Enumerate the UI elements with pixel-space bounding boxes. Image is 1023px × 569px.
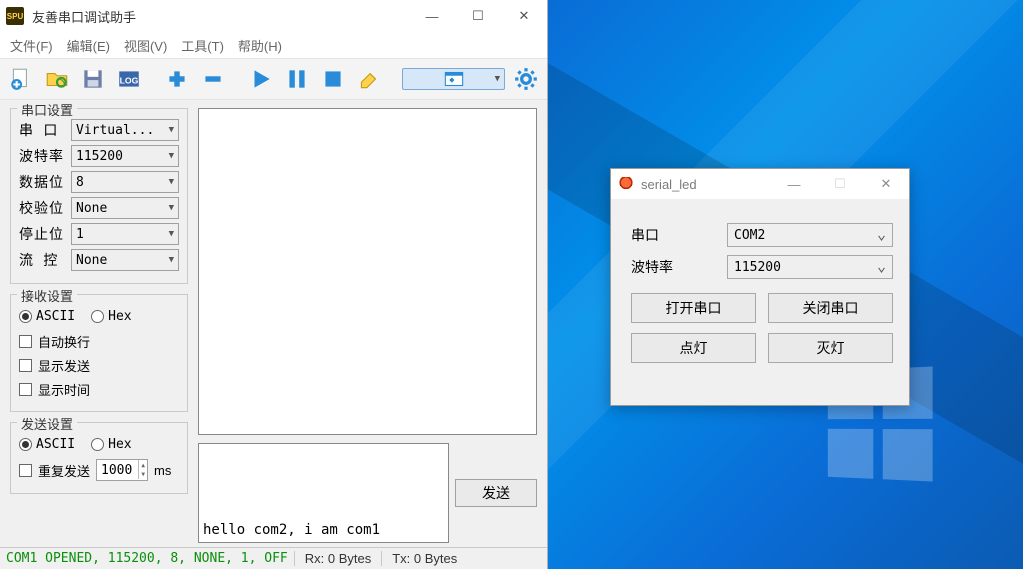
radio-dot-icon (19, 438, 32, 451)
legend-rx: 接收设置 (17, 286, 77, 305)
menubar: 文件(F) 编辑(E) 视图(V) 工具(T) 帮助(H) (0, 32, 547, 58)
app-icon-main: SPU (6, 7, 24, 25)
label-stopbits: 停止位 (19, 224, 65, 244)
gear-icon[interactable] (511, 64, 541, 94)
close-button[interactable]: ✕ (501, 0, 547, 32)
svg-text:LOG: LOG (120, 75, 139, 85)
send-text-value: hello com2, i am com1 (203, 522, 380, 538)
toolbar: LOG (0, 58, 547, 100)
select-port[interactable]: COM2 (727, 223, 893, 247)
check-repeat[interactable]: 重复发送 (19, 461, 90, 480)
receive-textarea[interactable] (198, 108, 537, 435)
radio-tx-hex[interactable]: Hex (91, 437, 131, 452)
legend-tx: 发送设置 (17, 414, 77, 433)
group-tx-settings: 发送设置 ASCII Hex 重复发送 1000 ms (10, 422, 188, 494)
send-textarea[interactable]: hello com2, i am com1 (198, 443, 449, 543)
status-bar: COM1 OPENED, 115200, 8, NONE, 1, OFF Rx:… (0, 547, 547, 569)
menu-view[interactable]: 视图(V) (124, 36, 167, 55)
maximize-button[interactable]: ☐ (817, 168, 863, 200)
label-baud: 波特率 (19, 146, 65, 166)
radio-dot-icon (91, 438, 104, 451)
titlebar-main[interactable]: SPU 友善串口调试助手 — ☐ ✕ (0, 0, 547, 32)
select-port[interactable]: Virtual... (71, 119, 179, 141)
play-icon[interactable] (246, 64, 276, 94)
select-baud[interactable]: 115200 (71, 145, 179, 167)
check-autowrap[interactable]: 自动换行 (19, 329, 179, 353)
close-button[interactable]: ✕ (863, 168, 909, 200)
title-serial-led: serial_led (641, 177, 771, 192)
checkbox-icon (19, 359, 32, 372)
select-parity[interactable]: None (71, 197, 179, 219)
open-port-button[interactable]: 打开串口 (631, 293, 756, 323)
label-parity: 校验位 (19, 198, 65, 218)
menu-file[interactable]: 文件(F) (10, 36, 53, 55)
save-icon[interactable] (78, 64, 108, 94)
status-tx: Tx: 0 Bytes (381, 551, 467, 566)
add-window-icon[interactable] (402, 68, 505, 90)
label-flow: 流 控 (19, 250, 65, 270)
clear-icon[interactable] (354, 64, 384, 94)
select-baud[interactable]: 115200 (727, 255, 893, 279)
menu-edit[interactable]: 编辑(E) (67, 36, 110, 55)
status-rx: Rx: 0 Bytes (294, 551, 381, 566)
check-showtime[interactable]: 显示时间 (19, 377, 179, 401)
title-main: 友善串口调试助手 (32, 7, 409, 26)
status-connection: COM1 OPENED, 115200, 8, NONE, 1, OFF (0, 551, 294, 566)
radio-tx-ascii[interactable]: ASCII (19, 437, 75, 452)
checkbox-icon (19, 464, 32, 477)
label-databits: 数据位 (19, 172, 65, 192)
open-folder-icon[interactable] (42, 64, 72, 94)
select-flow[interactable]: None (71, 249, 179, 271)
menu-tools[interactable]: 工具(T) (181, 36, 224, 55)
window-serial-led: serial_led — ☐ ✕ 串口 COM2 波特率 115200 打开串口… (610, 168, 910, 406)
radio-rx-ascii[interactable]: ASCII (19, 309, 75, 324)
label-port: 串 口 (19, 120, 65, 140)
close-port-button[interactable]: 关闭串口 (768, 293, 893, 323)
select-stopbits[interactable]: 1 (71, 223, 179, 245)
menu-help[interactable]: 帮助(H) (238, 36, 282, 55)
led-on-button[interactable]: 点灯 (631, 333, 756, 363)
pause-icon[interactable] (282, 64, 312, 94)
radio-dot-icon (19, 310, 32, 323)
minimize-button[interactable]: — (409, 0, 455, 32)
interval-stepper[interactable]: 1000 (96, 459, 148, 481)
checkbox-icon (19, 383, 32, 396)
new-file-icon[interactable] (6, 64, 36, 94)
group-port-settings: 串口设置 串 口Virtual... 波特率115200 数据位8 校验位Non… (10, 108, 188, 284)
stop-icon[interactable] (318, 64, 348, 94)
minimize-button[interactable]: — (771, 168, 817, 200)
checkbox-icon (19, 335, 32, 348)
titlebar-serial-led[interactable]: serial_led — ☐ ✕ (611, 169, 909, 199)
radio-dot-icon (91, 310, 104, 323)
legend-port: 串口设置 (17, 100, 77, 119)
maximize-button[interactable]: ☐ (455, 0, 501, 32)
app-icon-serial-led (619, 177, 633, 191)
label-port: 串口 (631, 225, 727, 245)
label-ms: ms (154, 463, 171, 478)
select-databits[interactable]: 8 (71, 171, 179, 193)
send-button[interactable]: 发送 (455, 479, 537, 507)
plus-icon[interactable] (162, 64, 192, 94)
led-off-button[interactable]: 灭灯 (768, 333, 893, 363)
check-showtx[interactable]: 显示发送 (19, 353, 179, 377)
window-serial-assistant: SPU 友善串口调试助手 — ☐ ✕ 文件(F) 编辑(E) 视图(V) 工具(… (0, 0, 548, 569)
log-icon[interactable]: LOG (114, 64, 144, 94)
group-rx-settings: 接收设置 ASCII Hex 自动换行 显示发送 显示时间 (10, 294, 188, 412)
label-baud: 波特率 (631, 257, 727, 277)
radio-rx-hex[interactable]: Hex (91, 309, 131, 324)
minus-icon[interactable] (198, 64, 228, 94)
